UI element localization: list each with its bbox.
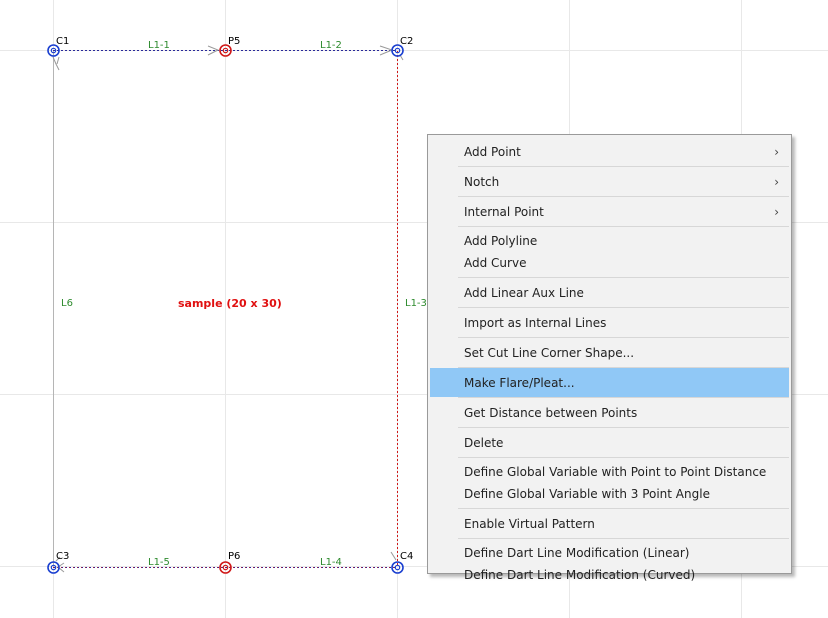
menu-item-add-linear-aux-line[interactable]: Add Linear Aux Line [430,278,789,307]
menu-item-label: Add Linear Aux Line [464,285,584,300]
menu-item-label: Enable Virtual Pattern [464,516,595,531]
chevron-right-icon: › [774,144,779,159]
menu-item-label: Get Distance between Points [464,405,638,420]
point-label-c1: C1 [56,36,69,47]
menu-item-dart-linear[interactable]: Define Dart Line Modification (Linear) [430,542,789,564]
menu-item-define-gv-angle[interactable]: Define Global Variable with 3 Point Angl… [430,483,789,505]
menu-group-dart-modification: Define Dart Line Modification (Linear) D… [428,539,791,589]
point-label-p6: P6 [228,551,240,562]
menu-item-notch[interactable]: Notch › [430,167,789,196]
menu-item-label: Define Global Variable with Point to Poi… [464,465,767,479]
line-label-l1-3: L1-3 [405,298,427,309]
menu-item-label: Define Dart Line Modification (Curved) [464,568,696,582]
menu-item-delete[interactable]: Delete [430,428,789,457]
menu-group-global-variables: Define Global Variable with Point to Poi… [428,458,791,508]
menu-item-define-gv-distance[interactable]: Define Global Variable with Point to Poi… [430,461,789,483]
line-label-l1-2: L1-2 [320,40,342,51]
line-label-l1-1: L1-1 [148,40,170,51]
menu-item-enable-virtual-pattern[interactable]: Enable Virtual Pattern [430,509,789,538]
menu-item-internal-point[interactable]: Internal Point › [430,197,789,226]
context-menu: Add Point › Notch › Internal Point › Add… [427,134,792,582]
menu-item-make-flare-pleat[interactable]: Make Flare/Pleat... [430,368,789,397]
point-label-c4: C4 [400,551,413,562]
line-label-l1-5: L1-5 [148,557,170,568]
menu-item-label: Make Flare/Pleat... [464,375,575,390]
menu-item-import-internal-lines[interactable]: Import as Internal Lines [430,308,789,337]
menu-item-label: Add Polyline [464,234,538,248]
menu-item-label: Notch [464,174,500,189]
line-label-l6: L6 [61,298,73,309]
menu-item-set-cut-line-corner-shape[interactable]: Set Cut Line Corner Shape... [430,338,789,367]
menu-item-add-curve[interactable]: Add Curve [430,252,789,274]
chevron-right-icon: › [774,204,779,219]
menu-item-label: Set Cut Line Corner Shape... [464,345,635,360]
menu-group-add-shapes: Add Polyline Add Curve [428,227,791,277]
menu-item-dart-curved[interactable]: Define Dart Line Modification (Curved) [430,564,789,586]
menu-item-label: Add Point [464,144,521,159]
menu-item-add-point[interactable]: Add Point › [430,137,789,166]
chevron-right-icon: › [774,174,779,189]
menu-item-label: Internal Point [464,204,544,219]
menu-item-add-polyline[interactable]: Add Polyline [430,230,789,252]
menu-item-label: Add Curve [464,256,527,270]
point-label-c2: C2 [400,36,413,47]
menu-item-label: Delete [464,435,504,450]
pattern-title: sample (20 x 30) [178,297,282,310]
point-label-p5: P5 [228,36,240,47]
menu-item-label: Define Dart Line Modification (Linear) [464,546,690,560]
menu-item-label: Import as Internal Lines [464,315,607,330]
point-label-c3: C3 [56,551,69,562]
menu-item-get-distance[interactable]: Get Distance between Points [430,398,789,427]
menu-item-label: Define Global Variable with 3 Point Angl… [464,487,710,501]
line-label-l1-4: L1-4 [320,557,342,568]
